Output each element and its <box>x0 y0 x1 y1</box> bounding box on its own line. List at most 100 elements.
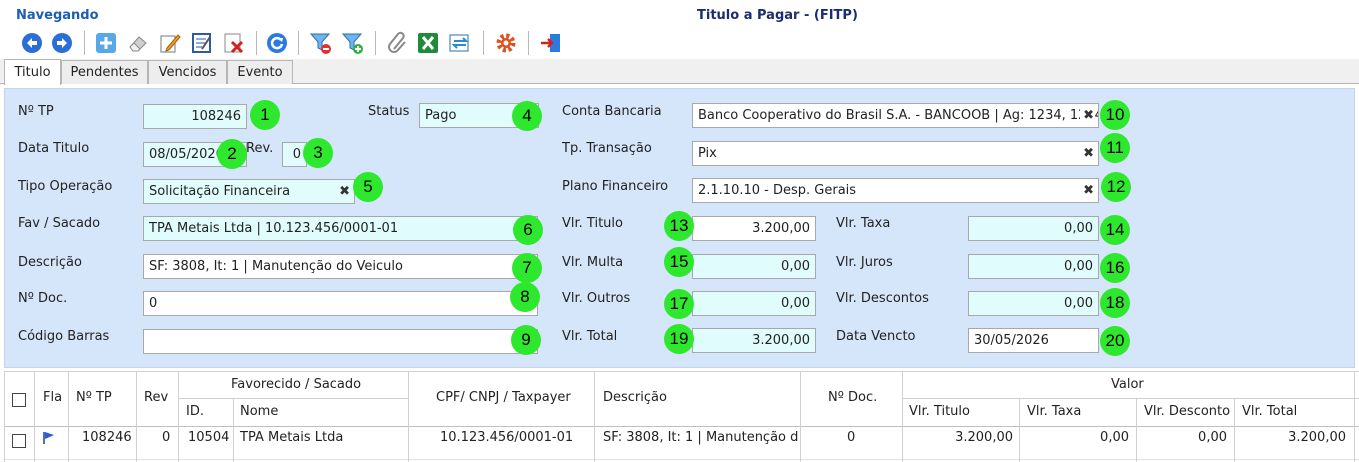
vlr-juros-field[interactable]: 0,00 <box>968 254 1099 279</box>
add-icon <box>96 33 116 53</box>
vlr-multa-label: Vlr. Multa <box>562 255 624 270</box>
vlr-descontos-label: Vlr. Descontos <box>836 291 929 306</box>
vlr-descontos-field[interactable]: 0,00 <box>968 291 1099 316</box>
col-group-valor: Valor <box>1111 377 1144 392</box>
annotation-badge: 15 <box>664 247 694 277</box>
cell-vlr-total: 3.200,00 <box>1288 430 1346 445</box>
filter-remove-icon <box>309 33 331 54</box>
vlr-juros-label: Vlr. Juros <box>836 255 893 270</box>
tipo-operacao-field[interactable]: Solicitação Financeira ✖ <box>143 179 355 204</box>
cell-descricao: SF: 3808, It: 1 | Manutenção do <box>603 430 798 445</box>
col-descricao[interactable]: Descrição <box>603 390 667 405</box>
col-vlr-taxa[interactable]: Vlr. Taxa <box>1027 404 1081 419</box>
checklist-icon <box>192 33 211 53</box>
status-text: Navegando <box>16 8 99 23</box>
vlr-outros-field[interactable]: 0,00 <box>692 291 816 316</box>
codigo-barras-field[interactable] <box>143 329 538 354</box>
eraser-icon <box>129 36 147 52</box>
annotation-badge: 16 <box>1100 253 1130 283</box>
fav-sacado-label: Fav / Sacado <box>18 216 101 231</box>
annotation-badge: 3 <box>303 138 333 168</box>
forward-button[interactable] <box>48 29 76 57</box>
add-button[interactable] <box>92 29 120 57</box>
transfer-icon <box>449 34 469 52</box>
cell-cpf: 10.123.456/0001-01 <box>440 430 574 445</box>
checklist-button[interactable] <box>188 29 216 57</box>
back-button[interactable] <box>18 29 46 57</box>
annotation-badge: 9 <box>511 325 541 355</box>
vlr-titulo-field[interactable]: 3.200,00 <box>692 216 816 241</box>
refresh-icon <box>267 33 287 53</box>
cell-ndoc: 0 <box>847 430 856 445</box>
refresh-button[interactable] <box>263 29 291 57</box>
attachment-icon <box>388 31 406 53</box>
tp-transacao-field[interactable]: Pix ✖ <box>692 141 1099 166</box>
col-id[interactable]: ID. <box>186 404 204 419</box>
excel-button[interactable] <box>414 29 442 57</box>
back-icon <box>22 33 42 53</box>
col-group-favorecido: Favorecido / Sacado <box>231 377 362 392</box>
conta-bancaria-value: Banco Cooperativo do Brasil S.A. - BANCO… <box>698 108 1099 123</box>
edit-button[interactable] <box>156 29 184 57</box>
cell-vlr-desconto: 0,00 <box>1198 430 1227 445</box>
col-vlr-desconto[interactable]: Vlr. Desconto <box>1144 404 1230 419</box>
tab-pendentes[interactable]: Pendentes <box>61 60 148 84</box>
transfer-button[interactable] <box>446 29 474 57</box>
tp-transacao-value: Pix <box>698 146 717 161</box>
clear-icon[interactable]: ✖ <box>1080 108 1094 123</box>
settings-button[interactable] <box>492 29 520 57</box>
annotation-badge: 17 <box>664 289 694 319</box>
col-ntp[interactable]: Nº TP <box>76 390 112 405</box>
vlr-total-field[interactable]: 3.200,00 <box>692 328 816 353</box>
vlr-total-label: Vlr. Total <box>562 329 618 344</box>
col-ndoc[interactable]: Nº Doc. <box>828 390 877 405</box>
plano-financeiro-label: Plano Financeiro <box>562 179 669 194</box>
attachment-button[interactable] <box>384 29 412 57</box>
tab-titulo[interactable]: Titulo <box>4 59 61 85</box>
data-vencto-field[interactable]: 30/05/2026 <box>968 328 1099 353</box>
vlr-multa-field[interactable]: 0,00 <box>692 254 816 279</box>
col-vlr-titulo[interactable]: Vlr. Titulo <box>909 404 970 419</box>
window-title: Titulo a Pagar - (FITP) <box>697 8 858 23</box>
clear-icon[interactable]: ✖ <box>1083 183 1094 198</box>
clear-icon[interactable]: ✖ <box>1083 146 1094 161</box>
col-fla[interactable]: Fla <box>43 390 62 405</box>
fav-sacado-field[interactable]: TPA Metais Ltda | 10.123.456/0001-01 <box>143 216 538 241</box>
annotation-badge: 1 <box>250 100 280 130</box>
excel-icon <box>418 33 438 53</box>
cell-rev: 0 <box>162 430 171 445</box>
select-all-checkbox[interactable] <box>12 393 26 407</box>
delete-button[interactable] <box>220 29 248 57</box>
vlr-taxa-label: Vlr. Taxa <box>836 216 891 231</box>
annotation-badge: 2 <box>217 139 247 169</box>
exit-button[interactable] <box>537 29 565 57</box>
vlr-taxa-field[interactable]: 0,00 <box>968 216 1099 241</box>
ntp-field[interactable]: 108246 <box>143 104 247 129</box>
tab-evento[interactable]: Evento <box>227 60 293 84</box>
status-label: Status <box>368 104 410 119</box>
col-rev[interactable]: Rev <box>144 390 168 405</box>
clear-icon[interactable]: ✖ <box>339 184 350 199</box>
settings-icon <box>496 33 516 53</box>
annotation-badge: 8 <box>510 282 540 312</box>
tipo-operacao-value: Solicitação Financeira <box>149 184 291 199</box>
col-nome[interactable]: Nome <box>240 404 278 419</box>
filter-remove-button[interactable] <box>307 29 335 57</box>
filter-add-button[interactable] <box>339 29 367 57</box>
clear-button[interactable] <box>124 29 152 57</box>
tab-vencidos[interactable]: Vencidos <box>148 60 227 84</box>
col-vlr-total[interactable]: Vlr. Total <box>1242 404 1297 419</box>
col-cpf[interactable]: CPF/ CNPJ / Taxpayer <box>436 390 571 405</box>
forward-icon <box>52 33 72 53</box>
conta-bancaria-field[interactable]: Banco Cooperativo do Brasil S.A. - BANCO… <box>692 103 1099 128</box>
vlr-titulo-label: Vlr. Titulo <box>562 216 623 231</box>
annotation-badge: 7 <box>512 253 542 283</box>
row-checkbox[interactable] <box>12 434 26 448</box>
descricao-field[interactable]: SF: 3808, It: 1 | Manutenção do Veiculo <box>143 254 538 279</box>
vlr-outros-label: Vlr. Outros <box>562 291 631 306</box>
plano-financeiro-field[interactable]: 2.1.10.10 - Desp. Gerais ✖ <box>692 178 1099 203</box>
ndoc-label: Nº Doc. <box>18 291 68 306</box>
cell-vlr-taxa: 0,00 <box>1100 430 1129 445</box>
cell-ntp: 108246 <box>82 430 132 445</box>
ndoc-field[interactable]: 0 <box>143 291 538 316</box>
